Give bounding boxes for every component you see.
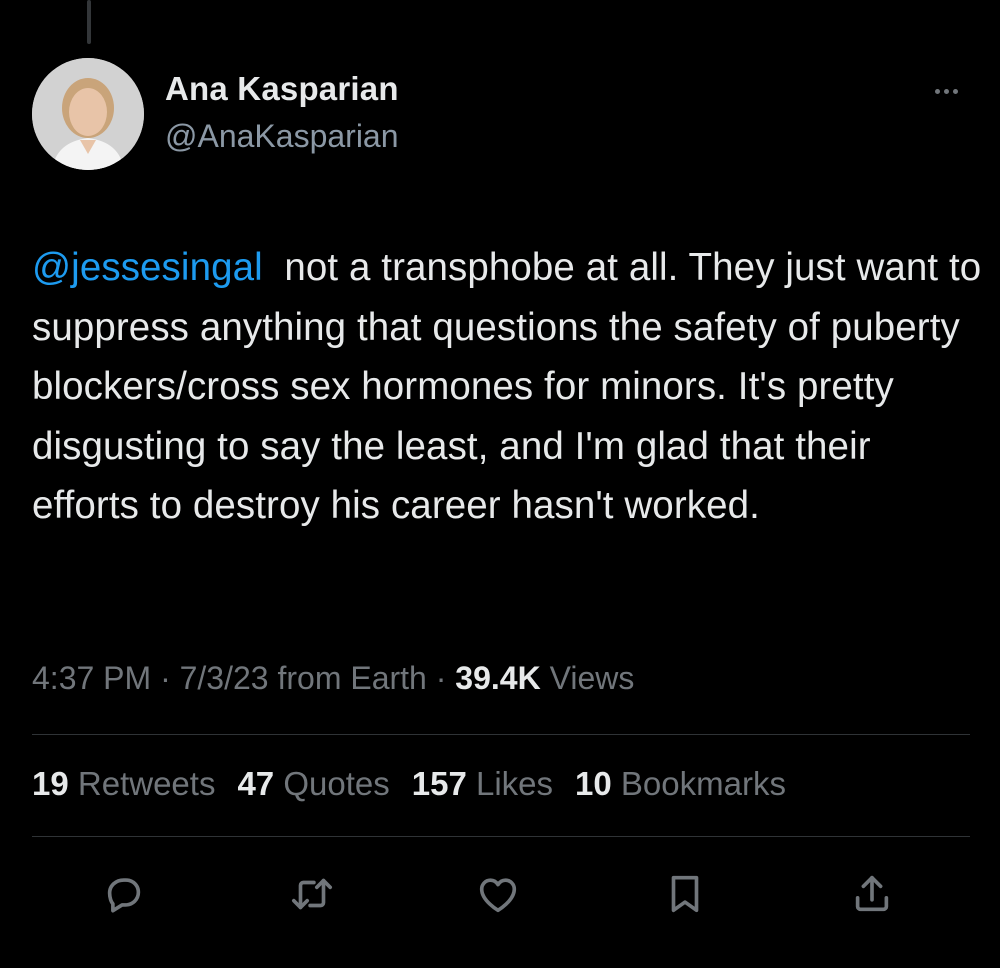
likes-label: Likes: [475, 765, 554, 802]
mention-link[interactable]: @jessesingal: [32, 246, 263, 289]
share-icon: [855, 875, 889, 912]
tweet-text: @jessesingal not a transphobe at all. Th…: [32, 238, 982, 536]
thread-connector-line: [87, 0, 91, 44]
retweets-label: Retweets: [77, 765, 216, 802]
more-dot: [943, 88, 949, 94]
retweets-count: 19: [32, 765, 69, 802]
like-button[interactable]: [472, 868, 524, 920]
action-bar: [0, 868, 1000, 920]
reply-icon: [107, 878, 141, 913]
divider: [32, 734, 970, 735]
retweet-icon: [291, 878, 333, 910]
avatar[interactable]: [32, 58, 144, 170]
more-options-button[interactable]: [924, 76, 968, 106]
more-dot: [952, 88, 958, 94]
engagement-stats: 19 Retweets 47 Quotes 157 Likes 10 Bookm…: [32, 765, 786, 803]
quotes-stat[interactable]: 47 Quotes: [237, 765, 389, 803]
quotes-label: Quotes: [283, 765, 390, 802]
retweets-stat[interactable]: 19 Retweets: [32, 765, 215, 803]
views-label: Views: [549, 660, 635, 696]
tweet-time[interactable]: 4:37 PM: [32, 660, 151, 696]
likes-count: 157: [411, 765, 467, 802]
author-name[interactable]: Ana Kasparian: [165, 70, 399, 108]
retweet-button[interactable]: [286, 868, 338, 920]
heart-icon: [479, 878, 517, 913]
bookmarks-count: 10: [575, 765, 612, 802]
share-button[interactable]: [846, 868, 898, 920]
tweet-meta: 4:37 PM · 7/3/23 from Earth · 39.4K View…: [32, 660, 635, 696]
bookmarks-stat[interactable]: 10 Bookmarks: [575, 765, 786, 803]
bookmark-icon: [671, 875, 699, 913]
author-handle[interactable]: @AnaKasparian: [165, 118, 399, 155]
bookmark-button[interactable]: [659, 868, 711, 920]
reply-button[interactable]: [98, 868, 150, 920]
views-count: 39.4K: [455, 660, 541, 696]
tweet-date[interactable]: 7/3/23: [180, 660, 269, 696]
bookmarks-label: Bookmarks: [620, 765, 786, 802]
quotes-count: 47: [237, 765, 275, 802]
likes-stat[interactable]: 157 Likes: [412, 765, 553, 803]
avatar-image: [32, 58, 144, 170]
tweet-source: from Earth: [277, 660, 427, 696]
divider: [32, 836, 970, 837]
more-horizontal-icon: [934, 88, 940, 94]
